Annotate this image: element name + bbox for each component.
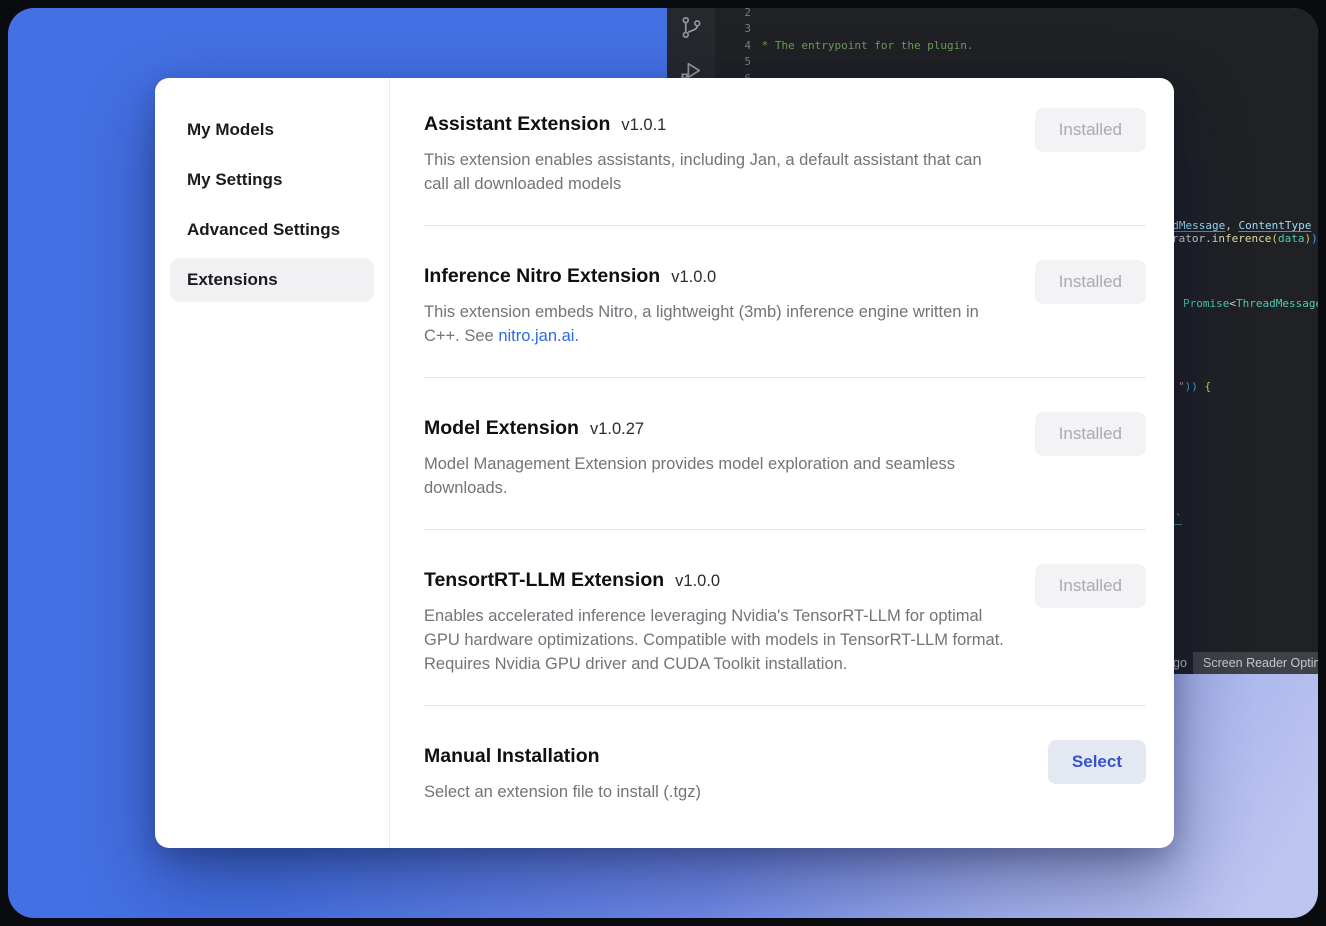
- sidebar-item-my-settings[interactable]: My Settings: [170, 158, 374, 202]
- nitro-jan-ai-link[interactable]: nitro.jan.ai.: [498, 327, 579, 345]
- installed-button[interactable]: Installed: [1035, 108, 1146, 152]
- select-file-button[interactable]: Select: [1048, 740, 1146, 784]
- extension-version: v1.0.1: [621, 116, 666, 134]
- installed-button[interactable]: Installed: [1035, 564, 1146, 608]
- sidebar-item-label: My Settings: [187, 170, 282, 190]
- extension-row-tensorrt: TensortRT-LLM Extension v1.0.0 Enables ac…: [424, 530, 1146, 706]
- extension-description: Enables accelerated inference leveraging…: [424, 604, 1009, 676]
- extension-version: v1.0.0: [671, 268, 716, 286]
- manual-installation-description: Select an extension file to install (.tg…: [424, 780, 701, 804]
- sidebar-item-extensions[interactable]: Extensions: [170, 258, 374, 302]
- sidebar-item-label: Extensions: [187, 270, 278, 290]
- extensions-panel: Assistant Extension v1.0.1 This extension…: [390, 78, 1174, 848]
- manual-installation-title: Manual Installation: [424, 745, 600, 767]
- line-number: 3: [719, 21, 751, 37]
- extension-version: v1.0.27: [590, 420, 644, 438]
- settings-modal: My Models My Settings Advanced Settings …: [155, 78, 1174, 848]
- line-number: 4: [719, 38, 751, 54]
- extension-description: Model Management Extension provides mode…: [424, 452, 1009, 500]
- line-number: 5: [719, 54, 751, 70]
- editor-gutter: 2 3 4 5 6: [719, 8, 751, 87]
- code-line: * The entrypoint for the plugin.: [755, 38, 1311, 54]
- extension-description: This extension enables assistants, inclu…: [424, 148, 1009, 196]
- extension-description: This extension embeds Nitro, a lightweig…: [424, 300, 1009, 348]
- screen-reader-optimize-button[interactable]: Screen Reader Optimize: [1193, 652, 1318, 674]
- line-number: 2: [719, 8, 751, 21]
- installed-button[interactable]: Installed: [1035, 412, 1146, 456]
- extension-title: Assistant Extension: [424, 113, 610, 135]
- app-frame: 2 3 4 5 6 * The entrypoint for the plugi…: [0, 0, 1326, 926]
- code-fragment: Promise<ThreadMessage>: [1183, 297, 1318, 310]
- sidebar-item-label: Advanced Settings: [187, 220, 340, 240]
- status-bar-text: go: [1173, 656, 1187, 670]
- extension-title: Inference Nitro Extension: [424, 265, 660, 287]
- sidebar-item-advanced-settings[interactable]: Advanced Settings: [170, 208, 374, 252]
- code-fragment: rator.inference(data));: [1172, 232, 1318, 245]
- settings-sidebar: My Models My Settings Advanced Settings …: [155, 78, 390, 848]
- extension-row-assistant: Assistant Extension v1.0.1 This extension…: [424, 78, 1146, 226]
- installed-button[interactable]: Installed: [1035, 260, 1146, 304]
- desktop-background: 2 3 4 5 6 * The entrypoint for the plugi…: [8, 8, 1318, 918]
- extension-title: Model Extension: [424, 417, 579, 439]
- extension-version: v1.0.0: [675, 572, 720, 590]
- sidebar-item-my-models[interactable]: My Models: [170, 108, 374, 152]
- manual-installation-row: Manual Installation Select an extension …: [424, 706, 1146, 826]
- sidebar-item-label: My Models: [187, 120, 274, 140]
- extension-row-nitro: Inference Nitro Extension v1.0.0 This ext…: [424, 226, 1146, 378]
- extension-title: TensortRT-LLM Extension: [424, 569, 664, 591]
- extension-row-model: Model Extension v1.0.27 Model Management …: [424, 378, 1146, 530]
- source-control-icon[interactable]: [679, 15, 704, 40]
- code-fragment: ")) {: [1178, 380, 1211, 393]
